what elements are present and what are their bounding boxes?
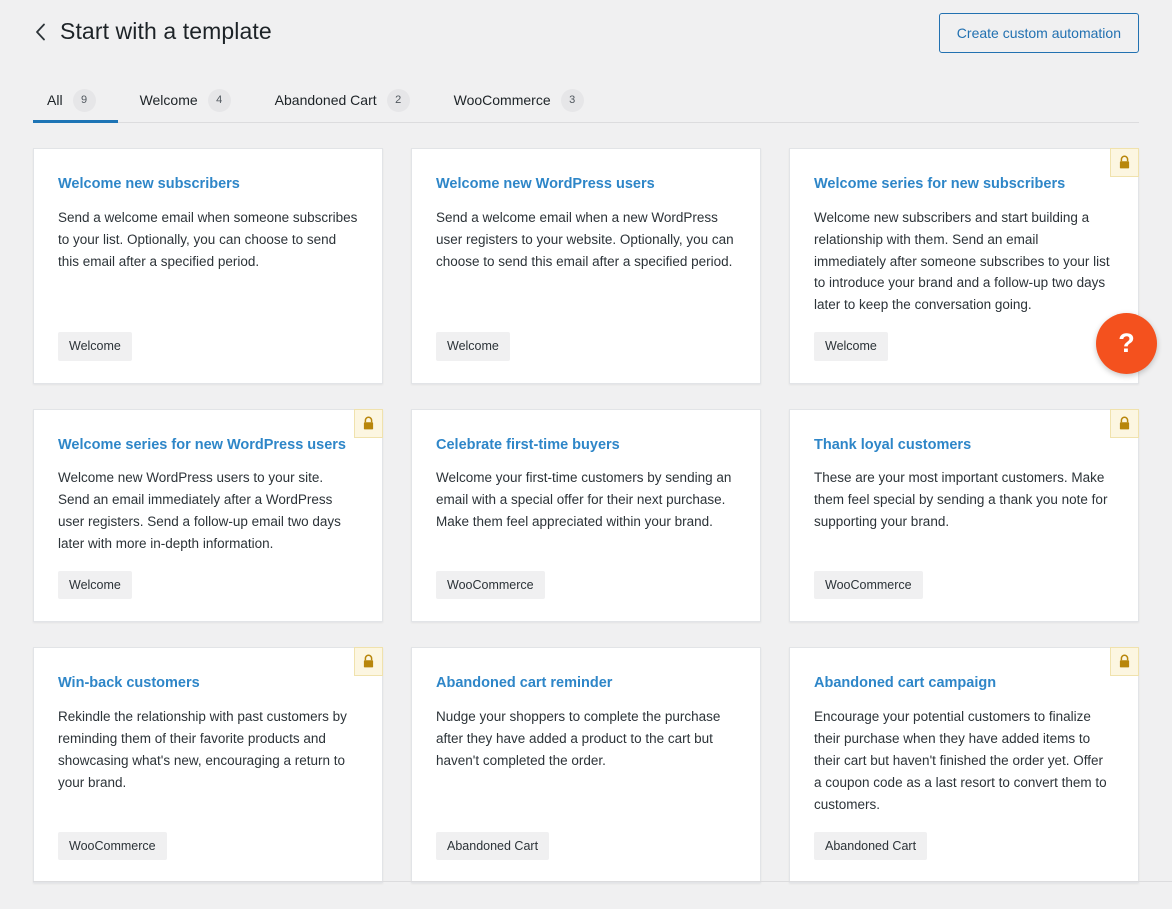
page-title: Start with a template: [60, 18, 272, 44]
template-card-title: Thank loyal customers: [814, 436, 972, 453]
tab-welcome-count: 4: [207, 88, 231, 112]
template-card-grid-row-3: Win-back customers Rekindle the relation…: [33, 647, 1139, 884]
template-card-tag: Abandoned Cart: [436, 831, 550, 861]
template-card[interactable]: Win-back customers Rekindle the relation…: [33, 647, 383, 884]
help-button[interactable]: ?: [1096, 313, 1157, 374]
template-card-title: Abandoned cart campaign: [814, 675, 997, 692]
template-card-title: Abandoned cart reminder: [436, 675, 613, 692]
lock-icon: [1110, 647, 1139, 677]
page-title-group: Start with a template: [33, 13, 272, 47]
page-header: Start with a template Create custom auto…: [0, 0, 1172, 53]
tab-woocommerce-label: WooCommerce: [453, 92, 551, 108]
template-card[interactable]: Welcome new WordPress users Send a welco…: [411, 148, 761, 384]
template-card[interactable]: Welcome series for new subscribers Welco…: [789, 148, 1139, 384]
tab-welcome[interactable]: Welcome 4: [118, 80, 253, 123]
template-card-description: Send a welcome email when a new WordPres…: [436, 209, 734, 269]
template-card-grid-row-2: Welcome series for new WordPress users W…: [33, 408, 1139, 623]
template-card-grid-row-1: Welcome new subscribers Send a welcome e…: [33, 148, 1139, 384]
tab-abandoned-cart-count: 2: [386, 88, 410, 112]
create-custom-automation-button[interactable]: Create custom automation: [938, 13, 1139, 53]
template-card-tag: WooCommerce: [436, 570, 545, 600]
template-card-description: Welcome new subscribers and start buildi…: [814, 209, 1110, 313]
template-card-description: Welcome your first-time customers by sen…: [436, 470, 732, 530]
tab-welcome-label: Welcome: [139, 92, 198, 108]
template-card-tag: WooCommerce: [58, 831, 167, 861]
template-card[interactable]: Celebrate first-time buyers Welcome your…: [411, 408, 761, 623]
template-card-tag: Welcome: [58, 332, 132, 361]
template-card-tag: Welcome: [814, 332, 888, 361]
tab-all[interactable]: All 9: [33, 80, 118, 123]
template-card-title: Win-back customers: [58, 675, 200, 692]
template-card-title: Welcome series for new WordPress users: [58, 436, 346, 453]
template-card-description: Welcome new WordPress users to your site…: [58, 470, 341, 552]
lock-icon: [1110, 408, 1139, 438]
template-card[interactable]: Thank loyal customers These are your mos…: [789, 408, 1139, 623]
template-card-description: Nudge your shoppers to complete the purc…: [436, 709, 721, 768]
template-filter-tabs: All 9 Welcome 4 Abandoned Cart 2 WooComm…: [33, 80, 1139, 123]
template-card-description: These are your most important customers.…: [814, 470, 1108, 530]
template-card[interactable]: Welcome new subscribers Send a welcome e…: [33, 148, 383, 384]
template-card-title: Welcome new subscribers: [58, 176, 240, 192]
template-card-tag: WooCommerce: [814, 570, 923, 600]
template-card-tag: Welcome: [58, 570, 132, 600]
footer-divider: [33, 881, 1172, 882]
template-card-description: Rekindle the relationship with past cust…: [58, 709, 347, 790]
template-card[interactable]: Abandoned cart campaign Encourage your p…: [789, 647, 1139, 884]
lock-icon: [354, 408, 383, 438]
tab-woocommerce[interactable]: WooCommerce 3: [432, 80, 606, 123]
template-card-title: Welcome new WordPress users: [436, 176, 655, 192]
tab-all-count: 9: [72, 88, 96, 112]
tab-woocommerce-count: 3: [560, 88, 584, 112]
template-card-title: Celebrate first-time buyers: [436, 436, 620, 453]
template-card[interactable]: Welcome series for new WordPress users W…: [33, 408, 383, 623]
template-card[interactable]: Abandoned cart reminder Nudge your shopp…: [411, 647, 761, 884]
tab-all-label: All: [47, 92, 63, 108]
tab-abandoned-cart[interactable]: Abandoned Cart 2: [253, 80, 432, 123]
chevron-left-icon[interactable]: [33, 21, 47, 43]
template-card-tag: Welcome: [436, 332, 510, 361]
lock-icon: [354, 647, 383, 677]
template-card-tag: Abandoned Cart: [814, 831, 928, 861]
tab-abandoned-cart-label: Abandoned Cart: [274, 92, 377, 108]
template-card-description: Send a welcome email when someone subscr…: [58, 209, 358, 269]
template-card-description: Encourage your potential customers to fi…: [814, 709, 1107, 812]
lock-icon: [1110, 148, 1139, 177]
template-card-title: Welcome series for new subscribers: [814, 176, 1066, 192]
